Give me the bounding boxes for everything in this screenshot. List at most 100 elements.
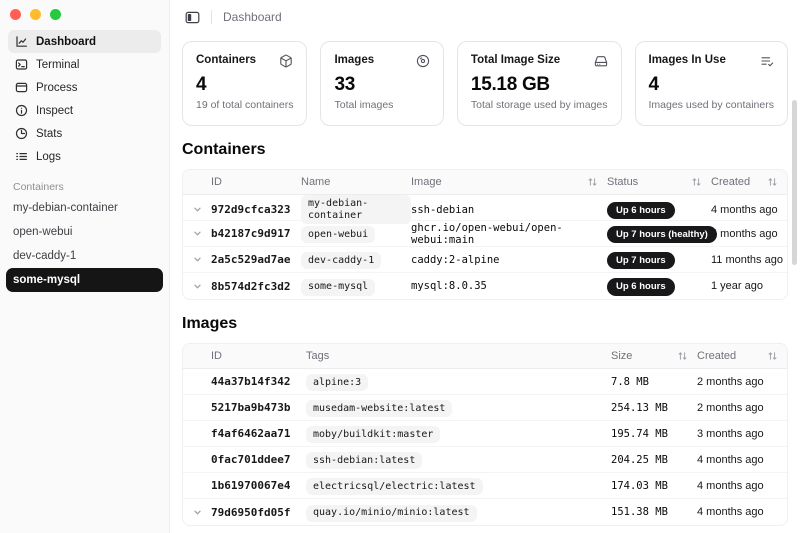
image-size: 254.13 MB [611,402,697,414]
image-tags-badge: electricsql/electric:latest [306,476,611,496]
container-row[interactable]: 972d9cfca323 my-debian-container ssh-deb… [183,195,787,221]
container-name-badge: open-webui [301,224,411,244]
topbar: Dashboard [170,0,800,34]
sidebar-container-some-mysql[interactable]: some-mysql [6,268,163,292]
column-header-name: Name [301,176,411,188]
image-id: f4af6462aa71 [211,427,306,440]
column-header-image[interactable]: Image [411,176,607,188]
window-minimize-button[interactable] [30,9,41,20]
image-row[interactable]: 5217ba9b473b musedam-website:latest 254.… [183,395,787,421]
window-controls [0,0,169,20]
column-header-created[interactable]: Created [697,350,787,362]
image-created: 4 months ago [697,506,787,518]
sidebar-section-label: Containers [13,181,169,193]
status-badge: Up 7 hours [607,252,675,269]
sort-icon[interactable] [588,177,597,187]
images-section-title: Images [182,315,788,333]
chevron-down-icon[interactable] [183,507,211,518]
column-header-id: ID [211,350,306,362]
sidebar-item-label: Terminal [36,59,79,71]
column-header-created[interactable]: Created [711,176,787,188]
container-image: mysql:8.0.35 [411,280,607,292]
sort-icon[interactable] [768,177,777,187]
column-header-id: ID [211,176,301,188]
images-table: ID Tags Size Created 44a37b14f342 alpine… [182,343,788,526]
image-created: 2 months ago [697,376,787,388]
sidebar-item-label: Dashboard [36,36,96,48]
chevron-down-icon[interactable] [183,254,211,265]
sidebar-item-label: Inspect [36,105,73,117]
image-created: 2 months ago [697,402,787,414]
card-value: 4 [649,74,775,96]
chevron-down-icon[interactable] [183,281,211,292]
main-content: Dashboard Containers 4 19 of total conta… [170,0,800,533]
app-window-icon [15,81,28,94]
container-status: Up 7 hours [607,250,711,269]
sidebar-item-label: Process [36,82,78,94]
image-row[interactable]: 79d6950fd05f quay.io/minio/minio:latest … [183,499,787,525]
container-row[interactable]: 8b574d2fc3d2 some-mysql mysql:8.0.35 Up … [183,273,787,299]
image-size: 174.03 MB [611,480,697,492]
container-status: Up 6 hours [607,276,711,295]
sort-icon[interactable] [692,177,701,187]
images-table-header: ID Tags Size Created [183,344,787,369]
column-header-status[interactable]: Status [607,176,711,188]
container-name: open-webui [13,226,72,238]
sort-icon[interactable] [768,351,777,361]
containers-table-header: ID Name Image Status Created [183,170,787,195]
image-id: 79d6950fd05f [211,506,306,519]
chevron-down-icon[interactable] [183,204,211,215]
sidebar-item-terminal[interactable]: Terminal [8,53,161,76]
status-badge: Up 7 hours (healthy) [607,226,717,243]
container-created: 1 year ago [711,280,787,292]
hard-drive-icon [594,54,608,68]
sidebar-item-dashboard[interactable]: Dashboard [8,30,161,53]
sidebar-item-process[interactable]: Process [8,76,161,99]
breadcrumb: Dashboard [223,10,282,24]
image-size: 151.38 MB [611,506,697,518]
images-section: Images ID Tags Size Created 44a37b14f342… [170,315,800,526]
image-row[interactable]: 1b61970067e4 electricsql/electric:latest… [183,473,787,499]
image-size: 204.25 MB [611,454,697,466]
window-close-button[interactable] [10,9,21,20]
chevron-down-icon[interactable] [183,228,211,239]
card-subtitle: Total storage used by images [471,99,608,111]
sidebar-item-label: Stats [36,128,62,140]
containers-section: Containers ID Name Image Status Created [170,141,800,300]
sidebar-item-stats[interactable]: Stats [8,122,161,145]
image-size: 7.8 MB [611,376,697,388]
container-created: 11 months ago [711,254,787,266]
image-row[interactable]: f4af6462aa71 moby/buildkit:master 195.74… [183,421,787,447]
sidebar: Dashboard Terminal Process [0,0,170,533]
image-row[interactable]: 44a37b14f342 alpine:3 7.8 MB 2 months ag… [183,369,787,395]
container-status: Up 6 hours [607,200,711,219]
sidebar-container-my-debian-container[interactable]: my-debian-container [6,196,163,220]
column-header-size[interactable]: Size [611,350,697,362]
container-name: dev-caddy-1 [13,250,76,262]
container-row[interactable]: 2a5c529ad7ae dev-caddy-1 caddy:2-alpine … [183,247,787,273]
image-id: 44a37b14f342 [211,375,306,388]
image-row[interactable]: 0fac701ddee7 ssh-debian:latest 204.25 MB… [183,447,787,473]
container-image: ghcr.io/open-webui/open-webui:main [411,222,607,246]
sort-icon[interactable] [678,351,687,361]
image-tags-badge: quay.io/minio/minio:latest [306,502,611,522]
sidebar-nav: Dashboard Terminal Process [8,30,161,168]
container-created: 4 months ago [711,204,787,216]
sidebar-item-inspect[interactable]: Inspect [8,99,161,122]
panel-left-icon[interactable] [185,10,200,25]
image-tags-badge: alpine:3 [306,372,611,392]
containers-table: ID Name Image Status Created 972d9cfca32… [182,169,788,300]
image-id: 5217ba9b473b [211,401,306,414]
image-created: 4 months ago [697,480,787,492]
container-name-badge: some-mysql [301,276,411,296]
column-header-tags: Tags [306,350,611,362]
container-image: ssh-debian [411,204,607,216]
status-badge: Up 6 hours [607,202,675,219]
image-created: 3 months ago [697,428,787,440]
vertical-scrollbar[interactable] [792,100,797,265]
sidebar-container-open-webui[interactable]: open-webui [6,220,163,244]
window-zoom-button[interactable] [50,9,61,20]
sidebar-item-logs[interactable]: Logs [8,145,161,168]
container-row[interactable]: b42187c9d917 open-webui ghcr.io/open-web… [183,221,787,247]
sidebar-container-dev-caddy-1[interactable]: dev-caddy-1 [6,244,163,268]
